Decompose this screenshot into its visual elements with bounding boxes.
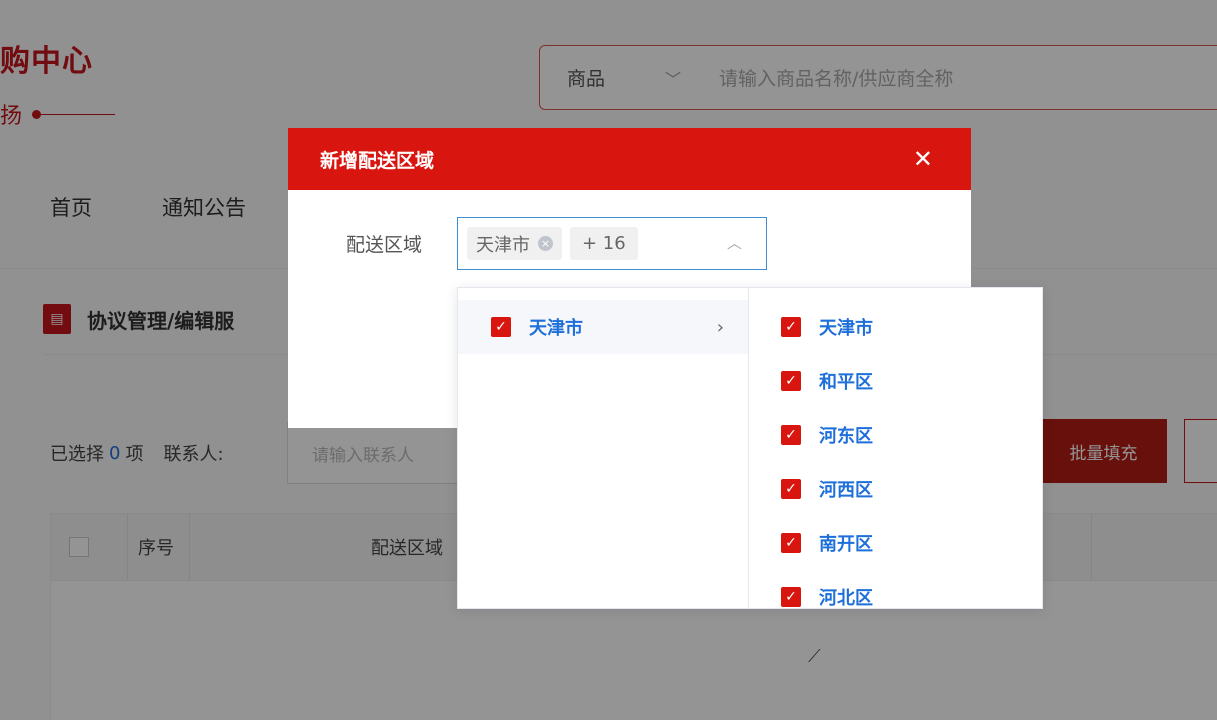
collapsed-tags-count: + 16 bbox=[570, 227, 638, 260]
cascader-menu-district: ✓ 天津市 ✓ 和平区 ✓ 河东区 ✓ 河西区 ✓ 南开区 ✓ 河北区 bbox=[749, 288, 1042, 609]
cascader-option[interactable]: ✓ 南开区 bbox=[749, 516, 1042, 570]
cascader-menu-province: ✓ 天津市 › bbox=[458, 288, 749, 608]
form-label-region: 配送区域 bbox=[346, 234, 423, 256]
chevron-up-icon[interactable]: ︿ bbox=[727, 232, 742, 253]
dialog-header: 新增配送区域 ✕ bbox=[288, 128, 971, 190]
checkbox-checked-icon[interactable]: ✓ bbox=[781, 317, 801, 337]
option-label: 天津市 bbox=[529, 318, 583, 339]
chevron-right-icon: › bbox=[716, 316, 724, 338]
cascader-option[interactable]: ✓ 和平区 bbox=[749, 354, 1042, 408]
option-label: 河东区 bbox=[819, 426, 873, 447]
cascader-option[interactable]: ✓ 天津市 bbox=[749, 300, 1042, 354]
cascader-dropdown: ✓ 天津市 › ✓ 天津市 ✓ 和平区 ✓ 河东区 ✓ 河西区 ✓ 南开区 ✓ … bbox=[457, 287, 1043, 609]
checkbox-checked-icon[interactable]: ✓ bbox=[781, 425, 801, 445]
close-icon[interactable]: ✕ bbox=[913, 147, 933, 171]
option-label: 河北区 bbox=[819, 588, 873, 609]
checkbox-checked-icon[interactable]: ✓ bbox=[491, 317, 511, 337]
option-label: 南开区 bbox=[819, 534, 873, 555]
option-label: 和平区 bbox=[819, 372, 873, 393]
cascader-option[interactable]: ✓ 河北区 bbox=[749, 570, 1042, 609]
region-cascader[interactable]: 天津市 × + 16 ︿ bbox=[457, 217, 767, 270]
checkbox-checked-icon[interactable]: ✓ bbox=[781, 479, 801, 499]
option-label: 天津市 bbox=[819, 318, 873, 339]
tag-close-icon[interactable]: × bbox=[538, 236, 553, 251]
checkbox-checked-icon[interactable]: ✓ bbox=[781, 533, 801, 553]
tag-label: 天津市 bbox=[476, 234, 530, 256]
dialog-title: 新增配送区域 bbox=[320, 149, 435, 172]
checkbox-checked-icon[interactable]: ✓ bbox=[781, 587, 801, 607]
selected-tag: 天津市 × bbox=[467, 227, 562, 260]
option-label: 河西区 bbox=[819, 480, 873, 501]
checkbox-checked-icon[interactable]: ✓ bbox=[781, 371, 801, 391]
cascader-option[interactable]: ✓ 河西区 bbox=[749, 462, 1042, 516]
cascader-option[interactable]: ✓ 天津市 › bbox=[458, 300, 748, 354]
cascader-option[interactable]: ✓ 河东区 bbox=[749, 408, 1042, 462]
